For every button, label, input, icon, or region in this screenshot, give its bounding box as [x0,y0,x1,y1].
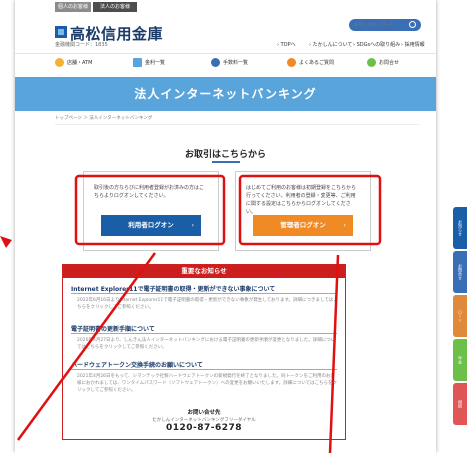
topnav-about[interactable]: › たかしんについて [309,41,352,48]
notice-rule [71,333,337,334]
heading-underline [212,161,240,163]
side-tab-loan[interactable]: ローン [453,295,467,337]
search-input[interactable] [354,21,406,29]
notice-title: 重要なお知らせ [63,265,345,278]
admin-login-description: はじめてご利用のお客様は初期登録をこちらから行ってください。利用者の登録・変更等… [246,185,357,215]
notice-body-certificate: 2020年4月27日より、しんきん法人インターネットバンキングにおける電子証明書… [77,338,336,350]
person-icon [211,58,220,67]
browser-page: 個人のお客様 法人のお客様 高松信用金庫 金融機関コード：1835 › TOPへ… [15,0,436,453]
breadcrumb[interactable]: トップページ ＞ 法人インターネットバンキング [55,115,152,121]
search-box[interactable] [349,19,421,31]
chart-icon [133,58,142,67]
notice-heading-certificate[interactable]: 電子証明書の更新手順について [71,324,155,333]
pin-icon [55,58,64,67]
contact-phone-number[interactable]: 0120-87-6278 [63,423,345,433]
notice-heading-token[interactable]: ハードウェアトークン交換手続のお願いについて [71,360,203,369]
side-tab-pension[interactable]: 年金 [453,339,467,381]
user-logon-button[interactable]: 利用者ログオン › [101,215,201,236]
search-icon[interactable] [409,21,416,28]
topnav-top[interactable]: › TOPへ [277,41,296,48]
side-tab-contact[interactable]: お問合せ [453,251,467,293]
nav-faq[interactable]: よくあるご質問 [287,57,334,69]
notice-heading-ie11[interactable]: Internet Explorer11で電子証明書の取得・更新ができない事象につ… [71,284,275,293]
divider [55,124,420,125]
topnav-recruit[interactable]: › 採用情報 [401,41,425,48]
important-notice: 重要なお知らせ Internet Explorer11で電子証明書の取得・更新が… [62,264,346,440]
notice-body-ie11: 2022年6月16日よりInternet Explorer11で電子証明書の取得… [77,298,338,310]
nav-branch-atm[interactable]: 店舗・ATM [55,57,92,69]
arrow-icon [0,236,12,248]
nav-interest-rates[interactable]: 金利一覧 [133,57,165,69]
topnav-sdgs[interactable]: › SDGsへの取り組み [353,41,400,48]
bank-logo-icon[interactable] [55,26,67,38]
tab-personal[interactable]: 個人のお客様 [55,2,91,12]
side-tab-inheritance[interactable]: 相続 [453,383,467,425]
mail-icon [367,58,376,67]
login-heading: お取引はこちらから [184,150,266,160]
tab-corporate[interactable]: 法人のお客様 [93,2,137,12]
page-title: 法人インターネットバンキング [134,87,317,101]
notice-body-token: 2021年4月26日をもって、シマンテック社製ハードウェアトークンの新規発行を終… [77,374,338,393]
notice-rule [71,369,337,370]
side-tab-news[interactable]: お知らせ [453,207,467,249]
user-login-card: 取引後の方ならびに利用者登録がお済みの方はこちらよりログオンしてください。 利用… [83,171,219,251]
notice-rule [71,293,337,294]
bank-code: 金融機関コード：1835 [55,42,108,48]
admin-logon-button[interactable]: 管理者ログオン › [253,215,353,236]
user-login-description: 取引後の方ならびに利用者登録がお済みの方はこちらよりログオンしてください。 [94,185,205,199]
top-bar: 個人のお客様 法人のお客様 [15,0,436,14]
nav-contact[interactable]: お問合せ [367,57,399,69]
chevron-right-icon: › [343,222,346,229]
contact-label: お問い合せ先 [187,410,221,416]
nav-fees[interactable]: 手数料一覧 [211,57,248,69]
faq-icon [287,58,296,67]
icon-nav: 店舗・ATM 金利一覧 手数料一覧 よくあるご質問 お問合せ [15,53,436,72]
admin-login-card: はじめてご利用のお客様は初期登録をこちらから行ってください。利用者の登録・変更等… [235,171,371,251]
chevron-right-icon: › [191,222,194,229]
